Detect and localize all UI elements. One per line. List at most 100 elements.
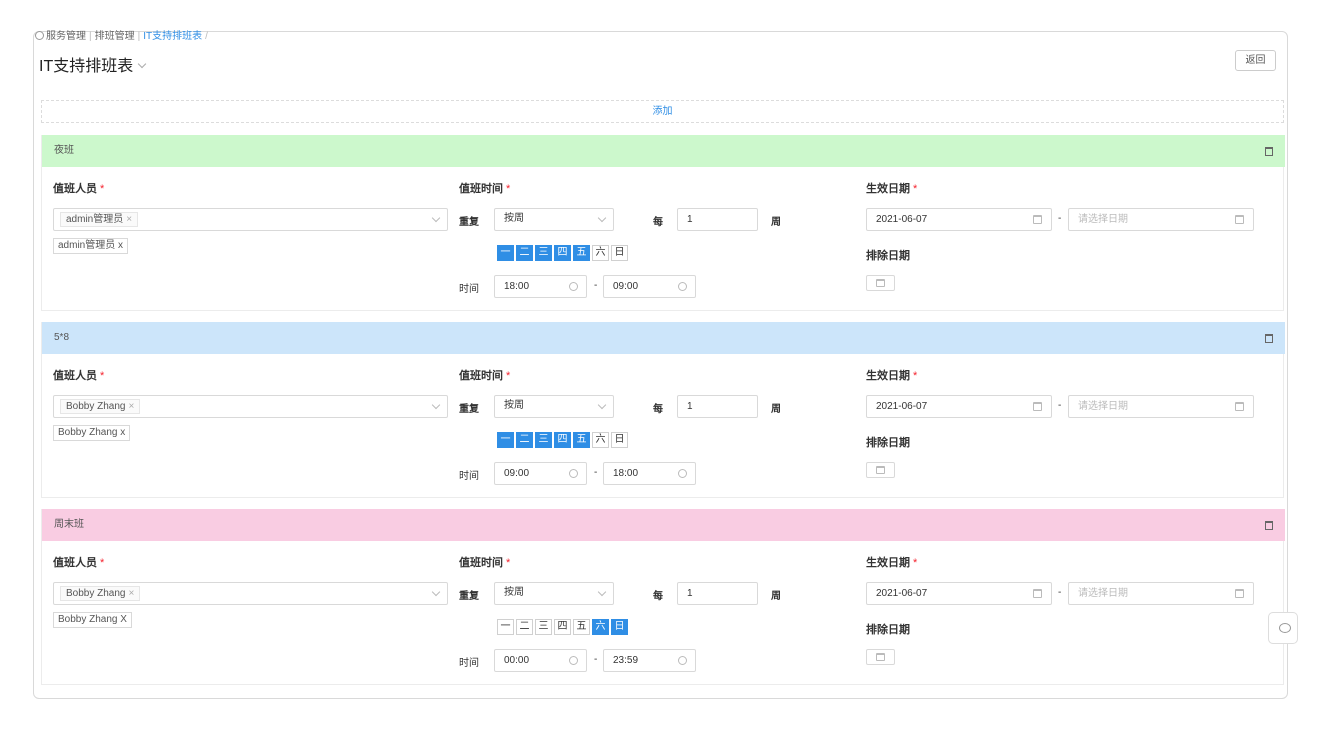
range-dash: - [594, 467, 598, 478]
time-range-label: 时间 [459, 471, 479, 482]
start-date-input[interactable]: 2021-06-07 [866, 208, 1052, 231]
close-icon[interactable]: × [129, 401, 135, 412]
weekday-toggle[interactable]: 四 [554, 245, 571, 261]
weekday-toggle[interactable]: 一 [497, 245, 514, 261]
weekday-toggle[interactable]: 五 [573, 619, 590, 635]
calendar-icon [1033, 215, 1042, 224]
chevron-down-icon [137, 59, 147, 69]
clock-icon [569, 656, 578, 665]
exclude-date-label: 排除日期 [866, 250, 910, 262]
weekday-toggle[interactable]: 日 [611, 245, 628, 261]
chevron-down-icon [431, 587, 441, 597]
close-icon[interactable]: × [129, 588, 135, 599]
end-date-input[interactable]: 请选择日期 [1068, 208, 1254, 231]
page-title-text: IT支持排班表 [39, 58, 134, 75]
exclude-date-picker[interactable] [866, 462, 895, 478]
staff-select[interactable]: Bobby Zhang × [53, 582, 448, 605]
delete-icon[interactable] [1265, 521, 1273, 530]
start-date-input[interactable]: 2021-06-07 [866, 395, 1052, 418]
staff-label: 值班人员 * [53, 370, 105, 382]
calendar-icon [1033, 402, 1042, 411]
repeat-select[interactable]: 按周 [494, 208, 614, 231]
weekday-toggle[interactable]: 五 [573, 432, 590, 448]
every-count-input[interactable]: 1 [677, 395, 758, 418]
chevron-down-icon [597, 213, 607, 223]
weekday-picker: 一二三四五六日 [497, 245, 628, 261]
staff-select[interactable]: Bobby Zhang × [53, 395, 448, 418]
back-button[interactable]: 返回 [1235, 50, 1276, 71]
delete-icon[interactable] [1265, 147, 1273, 156]
weekday-toggle[interactable]: 一 [497, 432, 514, 448]
weekday-toggle[interactable]: 二 [516, 432, 533, 448]
staff-label: 值班人员 * [53, 557, 105, 569]
staff-label: 值班人员 * [53, 183, 105, 195]
start-time-input[interactable]: 18:00 [494, 275, 587, 298]
end-date-input[interactable]: 请选择日期 [1068, 395, 1254, 418]
close-icon[interactable]: × [126, 214, 132, 225]
weekday-toggle[interactable]: 六 [592, 245, 609, 261]
calendar-icon [1235, 215, 1244, 224]
staff-tag: Bobby Zhang × [60, 399, 141, 414]
exclude-date-label: 排除日期 [866, 624, 910, 636]
weekday-toggle[interactable]: 六 [592, 432, 609, 448]
end-time-input[interactable]: 23:59 [603, 649, 696, 672]
add-shift-button[interactable]: 添加 [41, 100, 1284, 123]
weekday-toggle[interactable]: 二 [516, 619, 533, 635]
shift-header: 周末班 [42, 509, 1285, 541]
selected-staff-chip[interactable]: Bobby Zhang X [53, 612, 132, 628]
breadcrumb-trail: / [205, 31, 208, 42]
week-unit-label: 周 [771, 404, 781, 415]
start-time-input[interactable]: 09:00 [494, 462, 587, 485]
time-range-label: 时间 [459, 658, 479, 669]
exclude-date-picker[interactable] [866, 275, 895, 291]
weekday-toggle[interactable]: 四 [554, 619, 571, 635]
weekday-toggle[interactable]: 四 [554, 432, 571, 448]
every-label: 每 [653, 591, 663, 602]
end-time-input[interactable]: 09:00 [603, 275, 696, 298]
staff-select[interactable]: admin管理员 × [53, 208, 448, 231]
start-time-input[interactable]: 00:00 [494, 649, 587, 672]
calendar-icon [876, 279, 885, 287]
range-dash: - [594, 280, 598, 291]
breadcrumb-schedule[interactable]: 排班管理 [95, 31, 135, 42]
shift-header: 5*8 [42, 322, 1285, 354]
weekday-toggle[interactable]: 日 [611, 619, 628, 635]
repeat-select[interactable]: 按周 [494, 582, 614, 605]
repeat-select[interactable]: 按周 [494, 395, 614, 418]
end-date-input[interactable]: 请选择日期 [1068, 582, 1254, 605]
chat-button[interactable] [1268, 612, 1298, 644]
weekday-toggle[interactable]: 三 [535, 619, 552, 635]
chevron-down-icon [431, 400, 441, 410]
weekday-toggle[interactable]: 三 [535, 245, 552, 261]
shift-section: 5*8 值班人员 * Bobby Zhang × Bobby Zhang x 值班时间 * 重复… [41, 322, 1285, 498]
exclude-date-picker[interactable] [866, 649, 895, 665]
weekday-toggle[interactable]: 六 [592, 619, 609, 635]
time-label: 值班时间 * [459, 557, 511, 569]
repeat-value: 按周 [504, 400, 524, 411]
time-range-label: 时间 [459, 284, 479, 295]
weekday-toggle[interactable]: 二 [516, 245, 533, 261]
selected-staff-chip[interactable]: Bobby Zhang x [53, 425, 131, 441]
shift-name: 周末班 [54, 519, 84, 530]
weekday-toggle[interactable]: 五 [573, 245, 590, 261]
exclude-date-label: 排除日期 [866, 437, 910, 449]
selected-staff-chip[interactable]: admin管理员 x [53, 238, 129, 254]
breadcrumb-separator: | [137, 31, 141, 42]
end-time-input[interactable]: 18:00 [603, 462, 696, 485]
delete-icon[interactable] [1265, 334, 1273, 343]
range-dash: - [1058, 400, 1062, 411]
page-title[interactable]: IT支持排班表 [39, 52, 147, 76]
week-unit-label: 周 [771, 591, 781, 602]
weekday-toggle[interactable]: 日 [611, 432, 628, 448]
shift-header: 夜班 [42, 135, 1285, 167]
staff-tag: admin管理员 × [60, 212, 139, 227]
start-date-input[interactable]: 2021-06-07 [866, 582, 1052, 605]
clock-icon [678, 469, 687, 478]
weekday-toggle[interactable]: 三 [535, 432, 552, 448]
calendar-icon [876, 466, 885, 474]
every-count-input[interactable]: 1 [677, 208, 758, 231]
weekday-toggle[interactable]: 一 [497, 619, 514, 635]
breadcrumb: 服务管理 | 排班管理 | IT支持排班表 / [35, 27, 211, 42]
every-count-input[interactable]: 1 [677, 582, 758, 605]
breadcrumb-service[interactable]: 服务管理 [46, 31, 86, 42]
